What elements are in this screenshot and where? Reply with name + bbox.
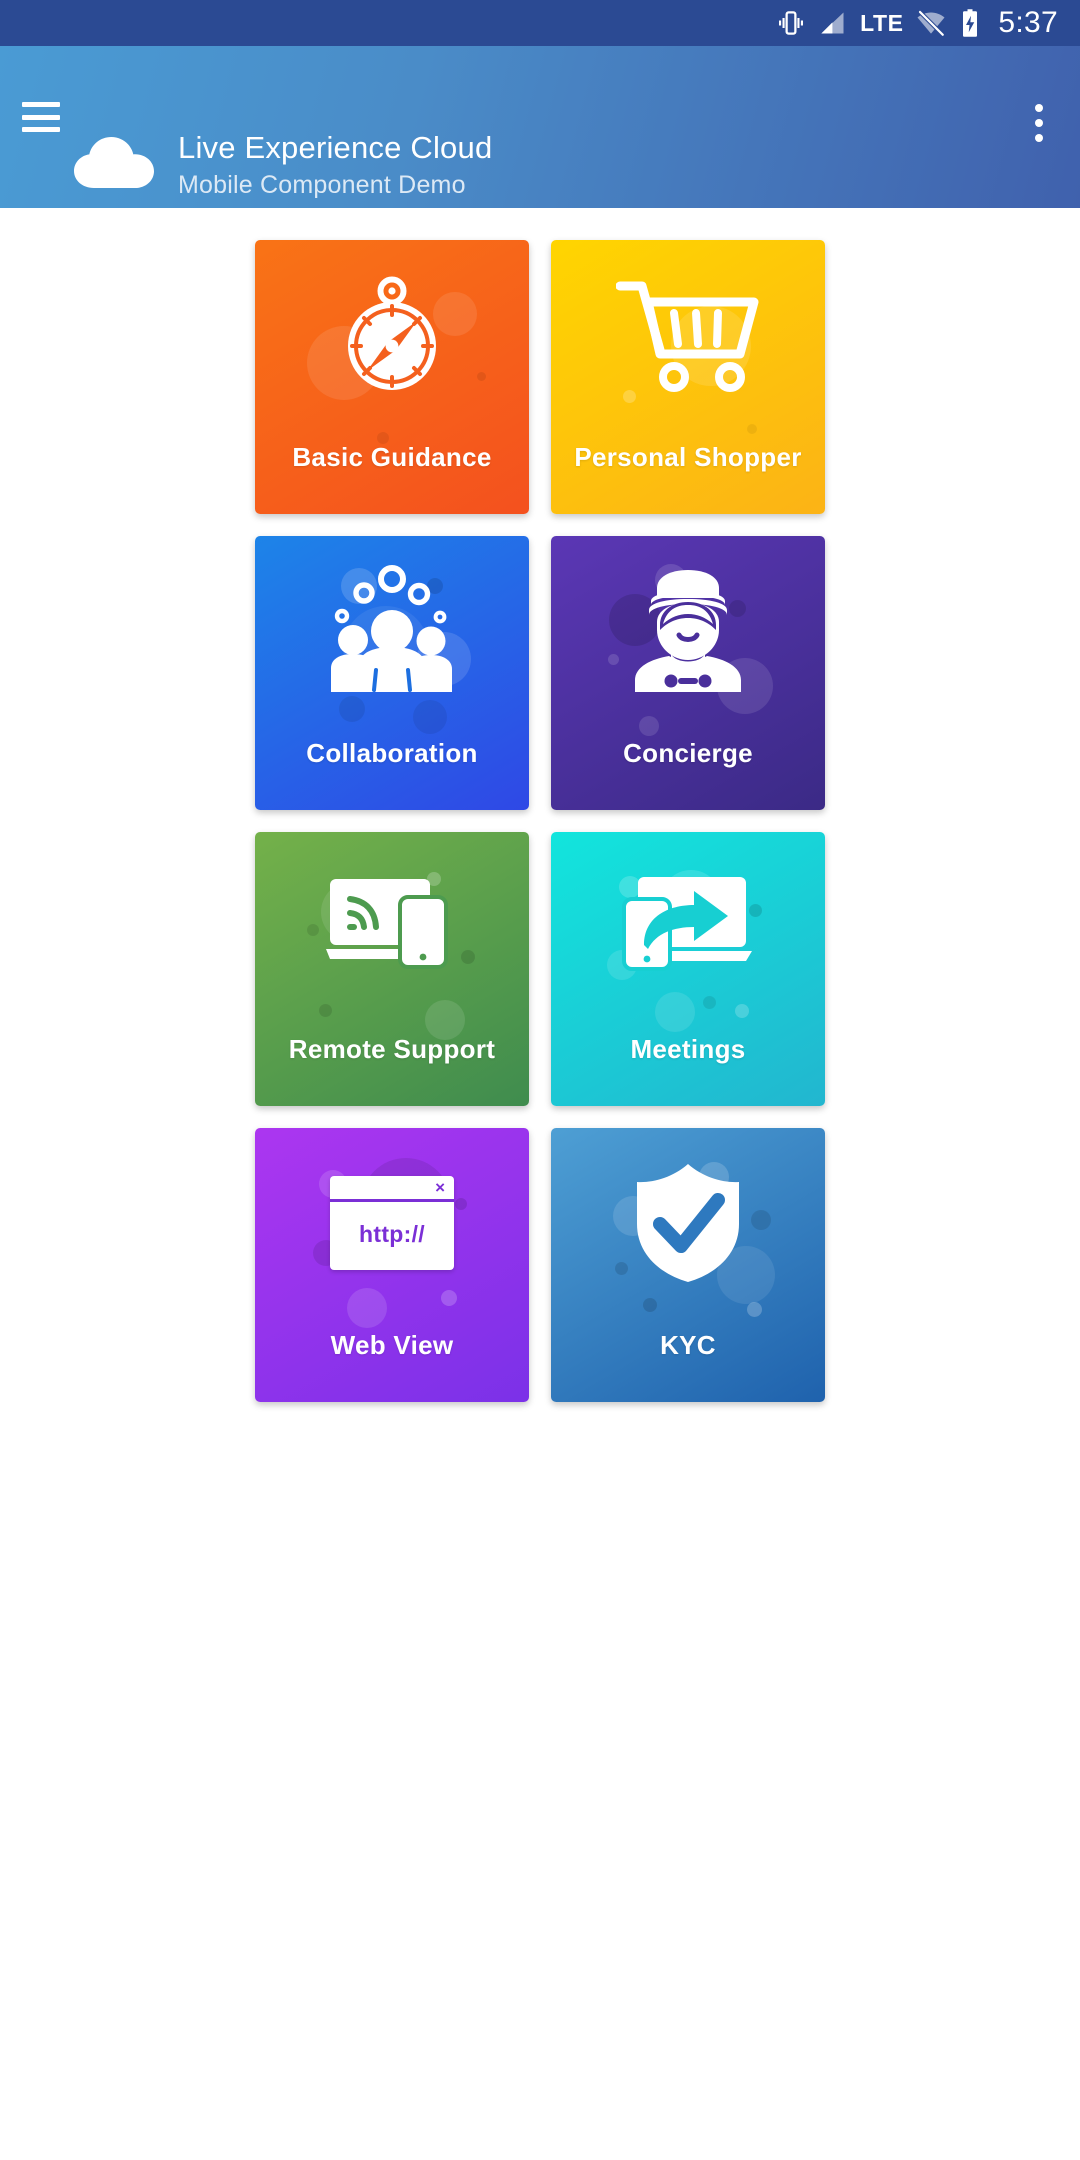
tile-remote-support[interactable]: Remote Support	[255, 832, 529, 1106]
tile-label: Collaboration	[306, 738, 478, 768]
signal-bars-icon	[819, 9, 847, 37]
compass-icon	[255, 240, 529, 444]
shield-check-icon	[551, 1128, 825, 1332]
tile-concierge[interactable]: Concierge	[551, 536, 825, 810]
tile-label: Meetings	[630, 1034, 746, 1064]
screen-share-arrow-icon	[551, 832, 825, 1036]
wifi-off-icon	[916, 8, 946, 38]
tile-grid-container: Basic Guidance Personal Shopper Collabor…	[0, 208, 1080, 1402]
vibrate-icon	[776, 8, 806, 38]
tile-basic-guidance[interactable]: Basic Guidance	[255, 240, 529, 514]
tile-label: Concierge	[623, 738, 753, 768]
hamburger-menu-icon[interactable]	[22, 102, 60, 132]
tile-label: Personal Shopper	[574, 442, 802, 472]
lte-label-icon: LTE	[860, 10, 903, 37]
people-group-icon	[255, 536, 529, 740]
laptop-phone-cast-icon	[255, 832, 529, 1036]
tile-meetings[interactable]: Meetings	[551, 832, 825, 1106]
tile-grid: Basic Guidance Personal Shopper Collabor…	[255, 240, 825, 1402]
shopping-cart-icon	[551, 240, 825, 444]
status-bar: LTE 5:37	[0, 0, 1080, 46]
browser-window-icon: × http://	[255, 1128, 529, 1332]
browser-title-bar: ×	[330, 1176, 454, 1202]
tile-collaboration[interactable]: Collaboration	[255, 536, 529, 810]
close-icon[interactable]: ×	[435, 1179, 445, 1196]
cloud-logo-icon	[72, 133, 156, 196]
app-bar: Live Experience Cloud Mobile Component D…	[0, 46, 1080, 208]
app-title: Live Experience Cloud	[178, 130, 493, 165]
app-subtitle: Mobile Component Demo	[178, 170, 466, 199]
browser-url-text: http://	[359, 1221, 425, 1247]
tile-web-view[interactable]: × http:// Web View	[255, 1128, 529, 1402]
app-brand: Live Experience Cloud Mobile Component D…	[72, 130, 492, 200]
tile-label: Web View	[330, 1330, 454, 1360]
status-bar-clock: 5:37	[998, 6, 1058, 39]
lte-text: LTE	[860, 9, 904, 36]
tile-kyc[interactable]: KYC	[551, 1128, 825, 1402]
tile-personal-shopper[interactable]: Personal Shopper	[551, 240, 825, 514]
battery-charging-icon	[959, 8, 981, 38]
browser-url-text-container: http://	[330, 1202, 454, 1267]
tile-label: KYC	[660, 1330, 716, 1360]
overflow-menu-icon[interactable]	[1034, 104, 1044, 142]
tile-label: Remote Support	[288, 1034, 496, 1064]
bellhop-person-icon	[551, 536, 825, 740]
tile-label: Basic Guidance	[292, 442, 492, 472]
